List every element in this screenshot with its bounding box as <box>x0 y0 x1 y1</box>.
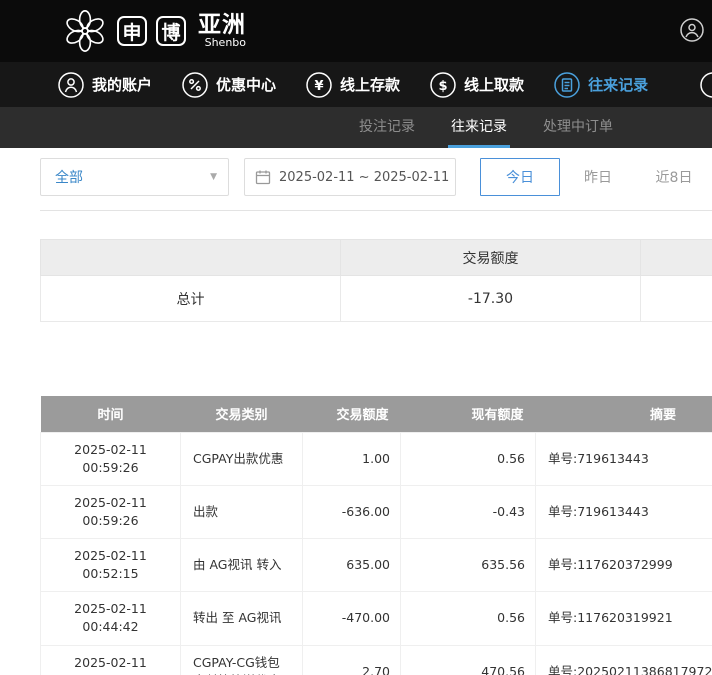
cell-balance: -0.43 <box>401 485 536 538</box>
nav-label: 往来记录 <box>588 74 648 95</box>
nav-label: 我的账户 <box>92 74 152 95</box>
cell-time: 2025-02-11 00:52:15 <box>41 539 181 592</box>
today-button[interactable]: 今日 <box>480 158 560 196</box>
brand-name-en: Shenbo <box>205 37 246 49</box>
header-amount: 交易额度 <box>303 396 401 432</box>
last-8-days-button[interactable]: 近8日 <box>636 158 712 196</box>
tab-processing-orders[interactable]: 处理中订单 <box>540 107 616 148</box>
cell-summary: 单号:719613443 <box>536 485 712 538</box>
category-dropdown[interactable]: 全部 ▼ <box>40 158 229 196</box>
records-table: 时间 交易类别 交易额度 现有额度 摘要 2025-02-11 00:59:26… <box>40 396 712 675</box>
quick-range-buttons: 今日 昨日 近8日 <box>480 158 712 196</box>
calendar-icon <box>255 169 271 185</box>
summary-section: 交易额度 总计 -17.30 <box>40 239 712 322</box>
header-balance: 现有额度 <box>401 396 536 432</box>
svg-text:¥: ¥ <box>315 79 324 94</box>
summary-total-value: -17.30 <box>341 276 641 322</box>
yesterday-button[interactable]: 昨日 <box>560 158 636 196</box>
cell-amount: 1.00 <box>303 432 401 485</box>
category-dropdown-value: 全部 <box>55 167 83 187</box>
sub-nav: 投注记录 往来记录 处理中订单 <box>0 107 712 148</box>
main-nav: 我的账户 优惠中心 ¥ 线上存款 $ 线上取款 <box>0 62 712 107</box>
cell-amount: 2.70 <box>303 645 401 675</box>
cell-summary: 单号:117620372999 <box>536 539 712 592</box>
table-row: 2025-02-11 00:59:26 出款 -636.00 -0.43 单号:… <box>41 485 712 538</box>
brand-logo: 申 博 亚洲 Shenbo <box>62 8 246 54</box>
tab-bet-records[interactable]: 投注记录 <box>356 107 418 148</box>
cell-summary: 单号:719613443 <box>536 432 712 485</box>
summary-header-row: 交易额度 <box>41 240 712 276</box>
tab-label: 往来记录 <box>451 116 507 136</box>
cell-time: 2025-02-11 00:59:26 <box>41 485 181 538</box>
date-range-value: 2025-02-11 ~ 2025-02-11 <box>279 170 449 185</box>
summary-total-label: 总计 <box>41 276 341 322</box>
cell-summary: 单号:2025021138681797295 <box>536 645 712 675</box>
table-header-row: 时间 交易类别 交易额度 现有额度 摘要 <box>41 396 712 432</box>
cell-type: CGPAY-CG钱包支付笔笔送优惠 <box>181 645 303 675</box>
table-row: 2025-02-11 00:44:42 转出 至 AG视讯 -470.00 0.… <box>41 592 712 645</box>
nav-label: 线上存款 <box>340 74 400 95</box>
cell-balance: 635.56 <box>401 539 536 592</box>
nav-item-deposit[interactable]: ¥ 线上存款 <box>306 72 400 98</box>
chevron-down-icon: ▼ <box>210 172 217 182</box>
header-type: 交易类别 <box>181 396 303 432</box>
cell-type: 由 AG视讯 转入 <box>181 539 303 592</box>
cell-type: 转出 至 AG视讯 <box>181 592 303 645</box>
top-bar: 申 博 亚洲 Shenbo <box>0 0 712 62</box>
cell-time: 2025-02-11 00:44:42 <box>41 592 181 645</box>
summary-total-empty <box>641 276 712 322</box>
svg-text:$: $ <box>439 79 448 94</box>
tab-label: 投注记录 <box>359 116 415 136</box>
withdraw-coin-icon: $ <box>430 72 456 98</box>
cell-time: 2025-02-11 00:44:22 <box>41 645 181 675</box>
cell-amount: -470.00 <box>303 592 401 645</box>
cell-time: 2025-02-11 00:59:26 <box>41 432 181 485</box>
cell-amount: 635.00 <box>303 539 401 592</box>
brand-char-shen: 申 <box>117 16 147 46</box>
header-time: 时间 <box>41 396 181 432</box>
summary-header-amount: 交易额度 <box>341 240 641 276</box>
table-row: 2025-02-11 00:44:22 CGPAY-CG钱包支付笔笔送优惠 2.… <box>41 645 712 675</box>
divider <box>40 210 712 211</box>
nav-item-records[interactable]: 往来记录 <box>554 72 648 98</box>
tab-transaction-records[interactable]: 往来记录 <box>448 107 510 148</box>
cell-balance: 470.56 <box>401 645 536 675</box>
user-circle-icon <box>58 72 84 98</box>
nav-overflow-icon[interactable] <box>700 72 712 98</box>
cell-type: 出款 <box>181 485 303 538</box>
brand-region: 亚洲 <box>198 13 246 37</box>
tab-label: 处理中订单 <box>543 116 613 136</box>
cell-type: CGPAY出款优惠 <box>181 432 303 485</box>
account-user-icon[interactable] <box>680 18 704 42</box>
records-section: 时间 交易类别 交易额度 现有额度 摘要 2025-02-11 00:59:26… <box>40 396 712 675</box>
promo-circle-icon <box>182 72 208 98</box>
table-row: 2025-02-11 00:59:26 CGPAY出款优惠 1.00 0.56 … <box>41 432 712 485</box>
date-range-picker[interactable]: 2025-02-11 ~ 2025-02-11 <box>244 158 456 196</box>
cell-summary: 单号:117620319921 <box>536 592 712 645</box>
summary-table: 交易额度 总计 -17.30 <box>40 239 712 322</box>
deposit-coin-icon: ¥ <box>306 72 332 98</box>
nav-label: 线上取款 <box>464 74 524 95</box>
summary-total-row: 总计 -17.30 <box>41 276 712 322</box>
cell-amount: -636.00 <box>303 485 401 538</box>
brand-char-bo: 博 <box>156 16 186 46</box>
summary-header-empty <box>41 240 341 276</box>
nav-item-withdraw[interactable]: $ 线上取款 <box>430 72 524 98</box>
cell-balance: 0.56 <box>401 432 536 485</box>
header-summary: 摘要 <box>536 396 712 432</box>
brand-text: 亚洲 Shenbo <box>198 13 246 49</box>
records-circle-icon <box>554 72 580 98</box>
flower-icon <box>62 8 108 54</box>
nav-item-my-account[interactable]: 我的账户 <box>58 72 152 98</box>
cell-balance: 0.56 <box>401 592 536 645</box>
filter-bar: 全部 ▼ 2025-02-11 ~ 2025-02-11 今日 昨日 近8日 <box>40 158 712 196</box>
summary-header-empty <box>641 240 712 276</box>
table-row: 2025-02-11 00:52:15 由 AG视讯 转入 635.00 635… <box>41 539 712 592</box>
nav-item-promotions[interactable]: 优惠中心 <box>182 72 276 98</box>
nav-label: 优惠中心 <box>216 74 276 95</box>
